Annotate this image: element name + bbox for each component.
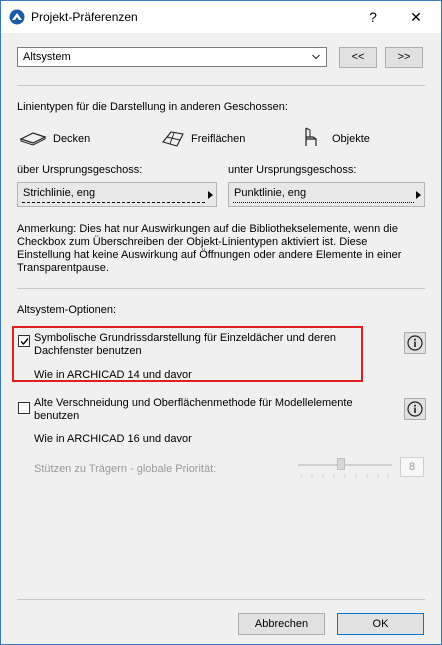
help-button[interactable]: ? (361, 6, 385, 28)
objekte-label: Objekte (332, 133, 370, 145)
below-linetype-selector[interactable]: Punktlinie, eng (228, 182, 425, 207)
intersection-info-button[interactable] (404, 398, 426, 420)
slab-icon (19, 132, 47, 146)
roof-info-button[interactable] (404, 332, 426, 354)
below-linetype-value: Punktlinie, eng (234, 187, 307, 199)
separator (17, 288, 425, 289)
cancel-button[interactable]: Abbrechen (238, 613, 325, 635)
mesh-icon (162, 131, 184, 147)
dashed-line-preview (22, 202, 206, 203)
legacy-intersection-checkbox[interactable] (18, 402, 30, 414)
chevron-down-icon (312, 54, 320, 60)
decken-label: Decken (53, 133, 91, 145)
above-linetype-selector[interactable]: Strichlinie, eng (17, 182, 217, 207)
roof-symbolic-label[interactable]: Symbolische Grundrissdarstellung für Ein… (34, 332, 356, 358)
legacy-intersection-label[interactable]: Alte Verschneidung und Oberflächenmethod… (34, 397, 384, 423)
freiflaechen-label: Freiflächen (191, 133, 246, 145)
scheme-dropdown[interactable]: Altsystem (17, 47, 327, 67)
info-icon (407, 401, 423, 417)
ok-button[interactable]: OK (337, 613, 424, 635)
arrow-right-icon (208, 191, 213, 199)
legacy-options-heading: Altsystem-Optionen: (17, 304, 117, 316)
info-icon (407, 335, 423, 351)
priority-label: Stützen zu Trägern - globale Priorität: (34, 463, 217, 475)
dialog-window: Projekt-Präferenzen ? ✕ Altsystem << >> … (0, 0, 442, 645)
window-title: Projekt-Präferenzen (31, 10, 138, 24)
slider-ticks (300, 469, 389, 478)
arrow-right-icon (416, 191, 421, 199)
above-story-label: über Ursprungsgeschoss: (17, 164, 143, 176)
priority-slider-track (298, 464, 392, 466)
separator (17, 85, 425, 86)
above-linetype-value: Strichlinie, eng (23, 187, 96, 199)
chair-object-icon (305, 127, 317, 146)
roof-symbolic-checkbox[interactable] (18, 335, 30, 347)
checkmark-icon (20, 338, 29, 346)
separator (17, 599, 425, 600)
roof-symbolic-version: Wie in ARCHICAD 14 und davor (34, 369, 192, 381)
previous-button[interactable]: << (339, 47, 377, 68)
linetypes-heading: Linientypen für die Darstellung in ander… (17, 101, 288, 113)
next-button[interactable]: >> (385, 47, 423, 68)
below-story-label: unter Ursprungsgeschoss: (228, 164, 357, 176)
slider-ticks-graphic (300, 474, 389, 478)
dotted-line-preview (233, 202, 415, 203)
note-text: Anmerkung: Dies hat nur Auswirkungen auf… (17, 223, 402, 274)
title-bar: Projekt-Präferenzen ? ✕ (1, 1, 441, 33)
priority-value-field[interactable]: 8 (400, 457, 424, 477)
scheme-dropdown-value: Altsystem (23, 51, 71, 63)
archicad-logo-icon (9, 9, 25, 25)
close-button[interactable]: ✕ (399, 6, 433, 28)
legacy-intersection-version: Wie in ARCHICAD 16 und davor (34, 433, 192, 445)
